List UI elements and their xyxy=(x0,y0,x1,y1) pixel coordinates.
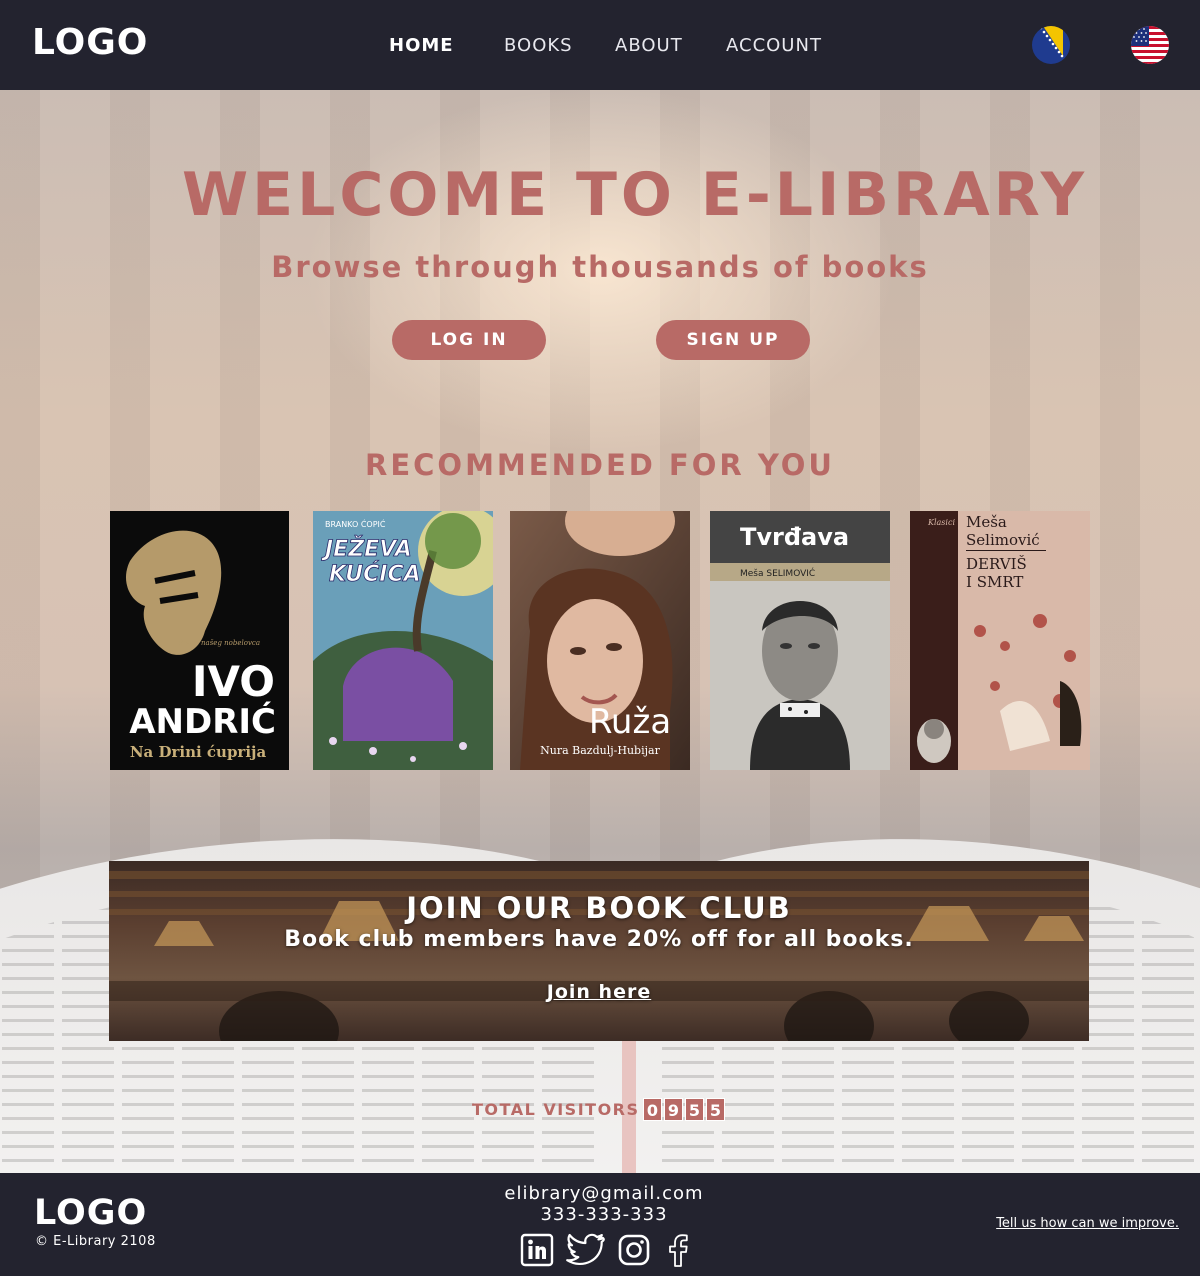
svg-text:DERVIŠ: DERVIŠ xyxy=(966,555,1027,573)
club-title: JOIN OUR BOOK CLUB xyxy=(406,891,792,925)
hero-subtitle: Browse through thousands of books xyxy=(271,250,929,284)
svg-text:IVO: IVO xyxy=(192,657,275,706)
visitors-label: TOTAL VISITORS xyxy=(472,1100,640,1119)
book-cover[interactable]: Klasici Meša Selimović DERVIŠ I SMRT xyxy=(910,511,1090,770)
visitor-digit: 0 xyxy=(643,1098,662,1121)
svg-text:I SMRT: I SMRT xyxy=(966,573,1023,591)
book-title: Na Drini ćuprija xyxy=(130,743,267,761)
copyright: © E-Library 2108 xyxy=(35,1234,156,1249)
recommended-title: RECOMMENDED FOR YOU xyxy=(365,448,835,482)
visitor-digit: 5 xyxy=(706,1098,725,1121)
nav-books[interactable]: BOOKS xyxy=(504,35,573,56)
visitor-digit: 5 xyxy=(685,1098,704,1121)
book-author: Nura Bazdulj-Hubijar xyxy=(540,744,660,757)
svg-text:JEŽEVA: JEŽEVA xyxy=(321,536,412,562)
hero-title: WELCOME TO E-LIBRARY xyxy=(181,160,1089,230)
visitor-digit: 9 xyxy=(664,1098,683,1121)
main-nav: HOME BOOKS ABOUT ACCOUNT xyxy=(0,35,1200,59)
book-club-banner: JOIN OUR BOOK CLUB Book club members hav… xyxy=(109,861,1089,1041)
feedback-link[interactable]: Tell us how can we improve. xyxy=(996,1216,1179,1231)
book-author: BRANKO ĆOPIĆ xyxy=(325,518,386,529)
book-series: Klasici xyxy=(927,518,955,527)
signup-button[interactable]: SIGN UP xyxy=(656,320,810,360)
book-cover[interactable]: Biseri našeg nobelovca IVO ANDRIĆ Na Dri… xyxy=(110,511,289,770)
hero-section: WELCOME TO E-LIBRARY Browse through thou… xyxy=(0,90,1200,1173)
svg-text:ANDRIĆ: ANDRIĆ xyxy=(129,701,276,742)
book-cover[interactable]: BRANKO ĆOPIĆ JEŽEVA KUĆICA xyxy=(313,511,493,770)
svg-text:KUĆICA: KUĆICA xyxy=(329,561,421,587)
twitter-icon[interactable] xyxy=(566,1233,606,1267)
contact-email[interactable]: elibrary@gmail.com xyxy=(0,1183,1200,1204)
nav-home[interactable]: HOME xyxy=(389,35,454,56)
svg-text:Selimović: Selimović xyxy=(966,531,1040,549)
nav-about[interactable]: ABOUT xyxy=(615,35,683,56)
svg-text:Meša: Meša xyxy=(966,513,1007,531)
book-author: Meša SELIMOVIĆ xyxy=(740,567,815,579)
login-button[interactable]: LOG IN xyxy=(392,320,546,360)
club-subtitle: Book club members have 20% off for all b… xyxy=(284,927,914,952)
book-title: Ruža xyxy=(589,702,671,742)
usa-flag-icon[interactable] xyxy=(1131,26,1169,64)
instagram-icon[interactable] xyxy=(617,1233,651,1267)
linkedin-icon[interactable] xyxy=(520,1233,554,1267)
top-navbar: LOGO HOME BOOKS ABOUT ACCOUNT xyxy=(0,0,1200,90)
book-top-text: Biseri našeg nobelovca xyxy=(177,639,260,647)
facebook-icon[interactable] xyxy=(664,1233,692,1267)
book-cover[interactable]: Tvrđava Meša SELIMOVIĆ xyxy=(710,511,890,770)
bosnia-flag-icon[interactable] xyxy=(1032,26,1070,64)
footer: LOGO © E-Library 2108 elibrary@gmail.com… xyxy=(0,1173,1200,1276)
nav-account[interactable]: ACCOUNT xyxy=(726,35,822,56)
book-title: Tvrđava xyxy=(740,523,849,551)
join-club-link[interactable]: Join here xyxy=(109,981,1089,1003)
book-cover[interactable]: Ruža Nura Bazdulj-Hubijar xyxy=(510,511,690,770)
